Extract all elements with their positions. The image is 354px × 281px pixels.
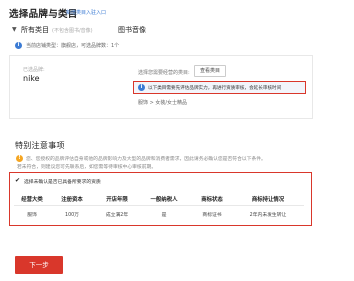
breadcrumb[interactable]: 服饰 > 女装/女士精品	[138, 99, 187, 106]
warning-text-line2: 若未符合，则建议您可先联系后，如您需等待审核中心审核前期。	[17, 165, 157, 170]
table-cell: 成立满2年	[105, 213, 129, 218]
table-header-years: 开店年限	[106, 197, 128, 203]
category-note: (不包含图书/音像)	[52, 28, 93, 34]
confirm-checkbox[interactable]: ✔	[15, 178, 21, 184]
info-icon: i	[138, 84, 145, 91]
table-cell: 2年内未发生转让	[249, 213, 287, 218]
table-divider	[14, 205, 304, 206]
warning-text-line1: 您、您授权的品牌评估自身或他的品牌影响力及大型的品牌和消费者需求，因此请务必确认…	[26, 157, 266, 162]
new-category-link[interactable]: 新增类目入驻入口	[66, 9, 106, 16]
section-title: 特别注意事项	[15, 141, 65, 150]
table-header-transfer: 商标持让情况	[251, 197, 285, 203]
view-category-button[interactable]: 查看类目	[194, 65, 226, 77]
info-icon: i	[15, 42, 22, 49]
table-header-category: 经营大类	[21, 197, 43, 203]
table-cell: 100万	[65, 213, 79, 218]
table-header-taxpayer: 一般纳税人	[150, 197, 178, 203]
table-cell: 是	[161, 213, 167, 218]
chevron-down-icon[interactable]: ▼	[12, 26, 17, 33]
table-cell: 服饰	[27, 213, 37, 218]
confirm-label[interactable]: 选择未确认是否已具备所要求的资质	[24, 178, 101, 185]
category-selected[interactable]: 图书音像	[118, 25, 146, 35]
store-type-info: 当前店铺类型：旗舰店，可选品牌数：1个	[26, 43, 120, 49]
brand-label: 已选品牌:	[23, 67, 45, 73]
notice-text: 以下类目需要先评估品牌实力，再进行资质审核，会延长审核时间	[148, 86, 282, 91]
table-header-capital: 注册资本	[61, 197, 83, 203]
brand-value[interactable]: nike	[23, 74, 40, 83]
next-step-button[interactable]: 下一步	[15, 256, 63, 274]
category-select-label: 选择您需要经营的类目:	[138, 70, 190, 76]
table-cell: 商标证书	[202, 213, 222, 218]
warning-icon: !	[16, 155, 23, 162]
category-root[interactable]: 所有类目	[21, 25, 49, 35]
table-header-trademark: 商标状态	[201, 197, 223, 203]
